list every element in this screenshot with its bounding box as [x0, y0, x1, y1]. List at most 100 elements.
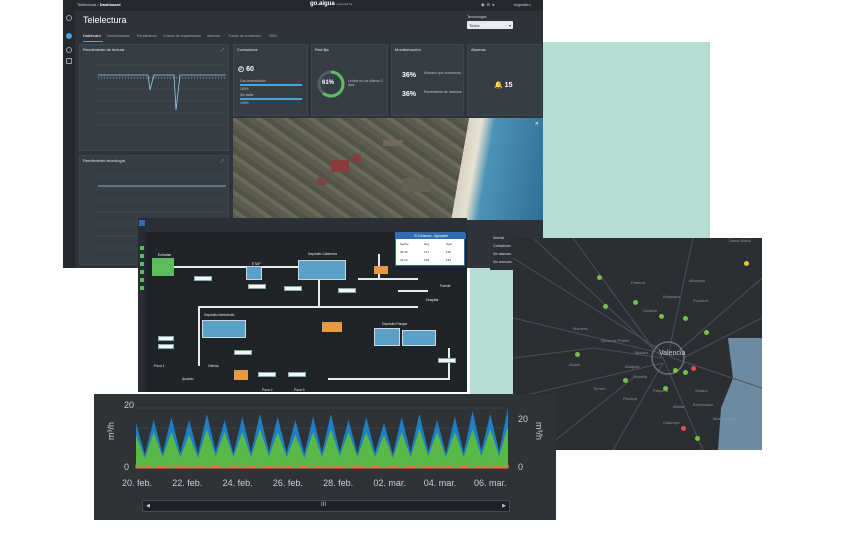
- value-box[interactable]: [158, 336, 174, 341]
- tool-icon[interactable]: [140, 262, 144, 266]
- map-marker[interactable]: [597, 275, 602, 280]
- map-marker[interactable]: [683, 316, 688, 321]
- pipe: [398, 290, 428, 292]
- alarmas-count-wrap: 🔔 15: [494, 81, 512, 89]
- app-logo[interactable]: go.aigua powered by: [310, 1, 352, 7]
- contadores-count: 60: [246, 66, 254, 73]
- list-icon[interactable]: [66, 58, 72, 64]
- map-marker[interactable]: [623, 378, 628, 383]
- scroll-grip[interactable]: III: [321, 502, 326, 508]
- tab-trazas[interactable]: Trazas de suministro: [228, 34, 261, 38]
- map-marker[interactable]: [744, 261, 749, 266]
- map-marker[interactable]: [681, 426, 686, 431]
- map-marker[interactable]: [683, 370, 688, 375]
- legend-item[interactable]: Sin alarmas: [493, 252, 511, 256]
- tab-monitorizacion[interactable]: Monitorización: [107, 34, 130, 38]
- sidebar: [63, 11, 75, 268]
- red-fija-percent: 61%: [322, 80, 335, 86]
- map-marker[interactable]: [673, 368, 678, 373]
- x-tick-label: 04. mar.: [423, 478, 457, 488]
- map-label: Quart de Poblet: [601, 338, 630, 343]
- deposito-intermedio-tank[interactable]: [202, 320, 246, 338]
- tab-alarmas[interactable]: Alarmas: [207, 34, 220, 38]
- map-label: Torrent: [593, 386, 606, 391]
- breadcrumb-parent[interactable]: Telelectura /: [77, 2, 99, 7]
- value-box[interactable]: [234, 350, 252, 355]
- value-box[interactable]: [438, 358, 456, 363]
- tool-icon[interactable]: [140, 246, 144, 250]
- tool-icon[interactable]: [140, 278, 144, 282]
- value-box[interactable]: [248, 284, 266, 289]
- tab-sms[interactable]: SMS: [269, 34, 277, 38]
- value-box[interactable]: [158, 344, 174, 349]
- y-tick-left-bottom: 0: [124, 462, 130, 472]
- map-marker[interactable]: [663, 386, 668, 391]
- legend-item[interactable]: Sin comunic.: [493, 260, 512, 264]
- tab-grados[interactable]: Grados de implantación: [163, 34, 201, 38]
- legend-item[interactable]: Normal: [493, 236, 504, 240]
- consumo-popup[interactable]: El Consumo - Agrupado Sector Hoy Ayer 30…: [395, 232, 466, 266]
- map-marker[interactable]: [691, 366, 696, 371]
- value-box[interactable]: [338, 288, 356, 293]
- menu-icon[interactable]: [139, 220, 145, 226]
- breadcrumb-current: Dashboard: [99, 2, 121, 7]
- active-tab-indicator: [83, 41, 103, 42]
- map-label: Catarroja: [663, 420, 680, 425]
- city-label: Valencia: [659, 350, 686, 357]
- map-label: Mislata: [635, 350, 648, 355]
- tool-icon[interactable]: [140, 254, 144, 258]
- expand-icon[interactable]: ⤢: [221, 158, 224, 163]
- map-marker[interactable]: [575, 352, 580, 357]
- map-marker[interactable]: [695, 436, 700, 441]
- map-label: Picanya: [623, 396, 638, 401]
- location-icon[interactable]: [66, 15, 72, 21]
- map-marker[interactable]: [603, 304, 608, 309]
- value-box[interactable]: [258, 372, 276, 377]
- map-marker[interactable]: [633, 300, 638, 305]
- tool-icon[interactable]: [140, 286, 144, 290]
- red-fija-caption: Leídos en los últimos 2 días: [348, 79, 383, 87]
- value-box[interactable]: [194, 276, 212, 281]
- home-icon[interactable]: [66, 33, 72, 39]
- tecnologia-select[interactable]: Todos ▾: [467, 21, 513, 29]
- map-marker[interactable]: [704, 330, 709, 335]
- value-box[interactable]: [288, 372, 306, 377]
- user-icon[interactable]: ●: [492, 2, 496, 7]
- node-deposito-cabecera: Depósito Cabecera: [308, 252, 338, 256]
- user-name[interactable]: Ingeniero: [514, 2, 531, 7]
- map-legend: Normal Contadores Sin alarmas Sin comuni…: [490, 232, 514, 270]
- bell-icon[interactable]: [66, 47, 72, 53]
- oficina-block[interactable]: [234, 370, 248, 380]
- deposito-cabecera-tank[interactable]: [298, 260, 346, 280]
- popup-cell: 128: [424, 258, 430, 262]
- scroll-right-icon[interactable]: ▶: [502, 503, 506, 509]
- deposito-parque-tank[interactable]: [374, 328, 400, 346]
- legend-item[interactable]: Contadores: [493, 244, 511, 248]
- tab-rendimiento[interactable]: Rendimiento: [137, 34, 157, 38]
- x-tick-label: 24. feb.: [222, 478, 253, 488]
- x-tick-label: 02. mar.: [373, 478, 406, 488]
- etap-tank[interactable]: [246, 266, 262, 280]
- pipe: [328, 378, 448, 380]
- fuente-block[interactable]: [374, 266, 388, 274]
- plant-block[interactable]: [322, 322, 342, 332]
- y-tick-right-bottom: 0: [518, 462, 524, 472]
- popup-cell: 133: [446, 258, 452, 262]
- close-icon[interactable]: ✕: [535, 121, 539, 127]
- scada-toolbar: [138, 218, 146, 392]
- chart-scrollbar[interactable]: ◀ III ▶: [142, 500, 510, 512]
- deposito-parque-tank[interactable]: [402, 330, 436, 346]
- scroll-left-icon[interactable]: ◀: [146, 503, 150, 509]
- node-embalse: Embalse: [158, 253, 172, 257]
- tool-icon[interactable]: [140, 270, 144, 274]
- tab-dashboard[interactable]: Dashboard: [83, 34, 101, 38]
- y-tick-right-top: 20: [518, 414, 529, 424]
- node-pozo3: Pozo 3: [294, 388, 305, 392]
- embalse-reservoir[interactable]: [152, 258, 174, 276]
- expand-icon[interactable]: ⤢: [221, 47, 224, 52]
- map-marker[interactable]: [659, 314, 664, 319]
- contadores-count-wrap: ◴ 60: [238, 65, 254, 73]
- monitorizacion-v2: 36%: [402, 91, 417, 98]
- value-box[interactable]: [284, 286, 302, 291]
- breadcrumb: Telelectura / Dashboard: [77, 2, 121, 7]
